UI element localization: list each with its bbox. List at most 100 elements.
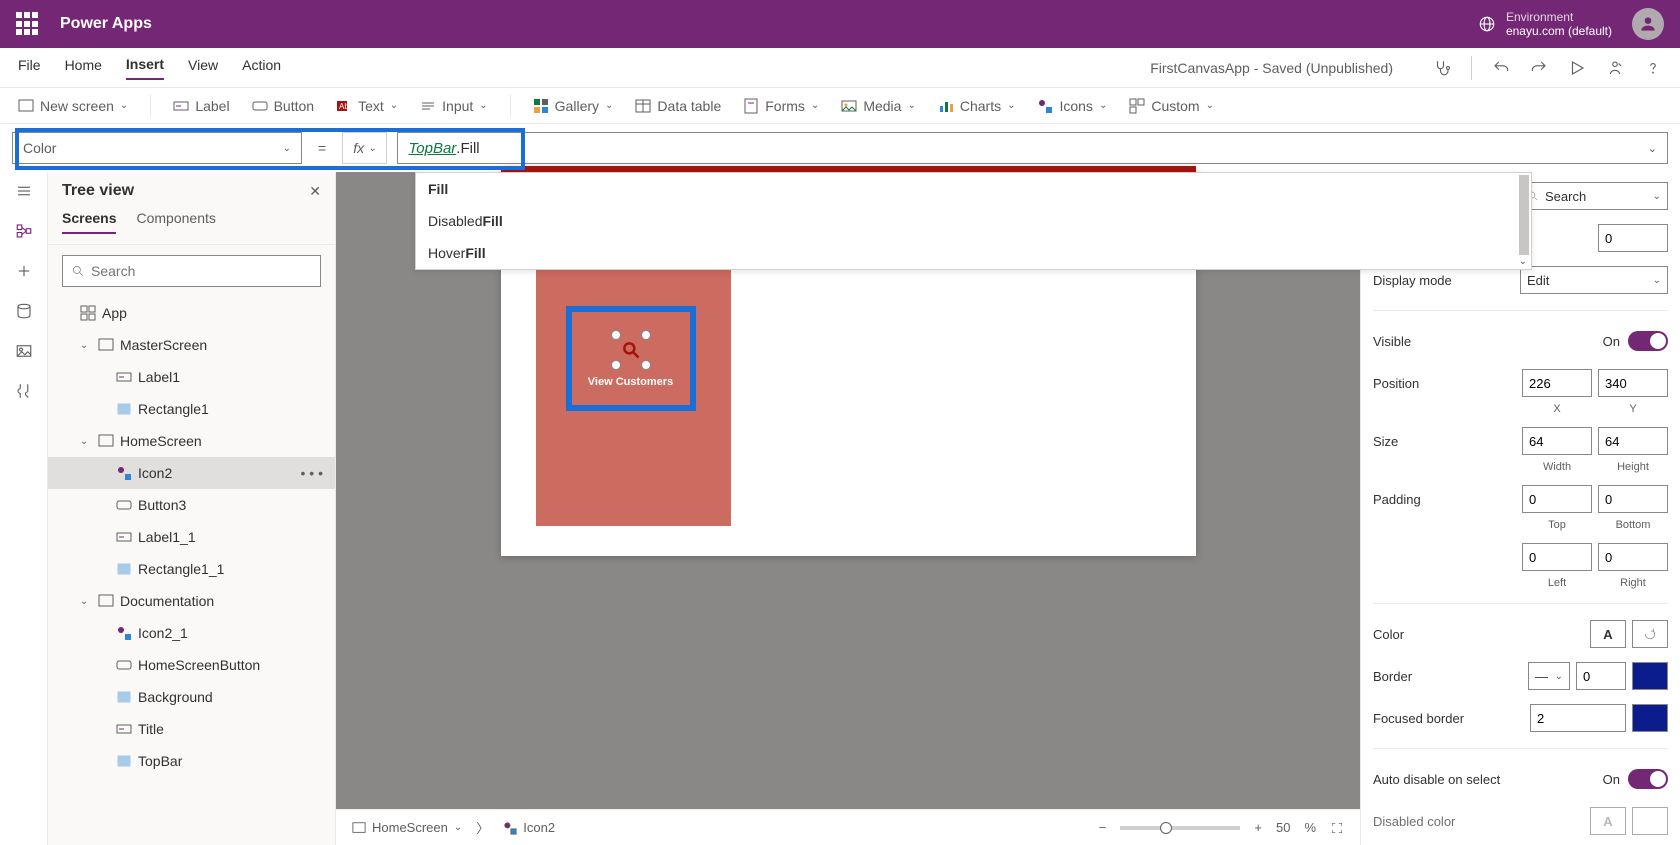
tree-item[interactable]: Label1 (48, 361, 335, 393)
button-icon (116, 497, 132, 513)
tree-search[interactable] (62, 255, 321, 287)
undo-icon[interactable] (1492, 59, 1510, 77)
selection-box[interactable]: View Customers (566, 306, 696, 411)
share-icon[interactable] (1606, 59, 1624, 77)
ribbon-gallery[interactable]: Gallery⌄ (533, 98, 614, 114)
ac-item[interactable]: DisabledFill (416, 205, 1531, 237)
plus-icon[interactable] (15, 262, 33, 280)
prop-color-picker[interactable]: A (1590, 620, 1626, 648)
ac-item[interactable]: HoverFill (416, 237, 1531, 269)
zoom-in-icon[interactable]: + (1254, 820, 1262, 835)
redo-icon[interactable] (1530, 59, 1548, 77)
fit-icon[interactable] (1330, 821, 1344, 835)
menu-view[interactable]: View (188, 57, 218, 79)
environment-block[interactable]: Environment enayu.com (default) (1478, 10, 1612, 38)
tree-item[interactable]: TopBar (48, 745, 335, 777)
prop-border-color[interactable] (1632, 662, 1668, 690)
prop-disabled-color-picker[interactable]: A (1590, 807, 1626, 835)
waffle-icon[interactable] (16, 12, 40, 36)
ribbon-data-table[interactable]: Data table (635, 98, 721, 114)
tree-item[interactable]: ⌄Documentation (48, 585, 335, 617)
ribbon-button[interactable]: Button (252, 98, 314, 114)
prop-focused-border-width[interactable] (1530, 704, 1626, 732)
prop-pad-r[interactable] (1598, 543, 1668, 571)
ribbon-new-screen[interactable]: New screen⌄ (18, 98, 128, 114)
chevron-down-icon[interactable]: ⌄ (1519, 256, 1527, 267)
tree-item[interactable]: Rectangle1 (48, 393, 335, 425)
prop-pos-y[interactable] (1598, 369, 1668, 397)
formula-expand-icon[interactable]: ⌄ (1648, 142, 1657, 155)
zoom-out-icon[interactable]: − (1099, 820, 1107, 835)
tree-item[interactable]: Icon2_1 (48, 617, 335, 649)
prop-size-label: Size (1373, 434, 1522, 449)
help-icon[interactable] (1644, 59, 1662, 77)
ribbon-text[interactable]: AbText⌄ (336, 98, 398, 114)
property-selector[interactable]: Color⌄ (12, 132, 302, 164)
scrollbar[interactable] (1519, 175, 1529, 255)
ribbon-input[interactable]: Input⌄ (420, 98, 488, 114)
search-input[interactable] (91, 263, 312, 279)
prop-border-width[interactable] (1576, 662, 1626, 690)
prop-icon-select[interactable]: Search ⌄ (1520, 182, 1668, 210)
data-icon[interactable] (15, 302, 33, 320)
avatar[interactable] (1632, 8, 1664, 40)
prop-display-mode-label: Display mode (1373, 273, 1520, 288)
menu-home[interactable]: Home (65, 57, 102, 79)
prop-position-label: Position (1373, 376, 1522, 391)
prop-visible-toggle[interactable] (1628, 331, 1668, 351)
formula-input[interactable]: TopBar.Fill ⌄ (397, 132, 1668, 164)
tab-components[interactable]: Components (136, 210, 215, 234)
hamburger-icon[interactable] (15, 182, 33, 200)
tree-item[interactable]: Label1_1 (48, 521, 335, 553)
prop-pad-t[interactable] (1522, 485, 1592, 513)
tree-item[interactable]: ⌄MasterScreen (48, 329, 335, 361)
prop-rotation-input[interactable] (1598, 224, 1668, 252)
tree-item[interactable]: Title (48, 713, 335, 745)
fx-button[interactable]: fx⌄ (342, 132, 387, 164)
menu-file[interactable]: File (18, 57, 41, 79)
tree-item[interactable]: ⌄HomeScreen (48, 425, 335, 457)
play-icon[interactable] (1568, 59, 1586, 77)
tree-item[interactable]: Background (48, 681, 335, 713)
tree-app[interactable]: App (48, 297, 335, 329)
tree-view-icon[interactable] (15, 222, 33, 240)
menu-action[interactable]: Action (242, 57, 281, 79)
prop-border-style[interactable]: —⌄ (1528, 662, 1570, 690)
prop-pad-b[interactable] (1598, 485, 1668, 513)
prop-size-h[interactable] (1598, 427, 1668, 455)
ribbon-charts[interactable]: Charts⌄ (938, 98, 1016, 114)
ribbon-forms[interactable]: Forms⌄ (743, 98, 819, 114)
tab-screens[interactable]: Screens (62, 210, 116, 234)
tree-item[interactable]: Button3 (48, 489, 335, 521)
prop-auto-disable-toggle[interactable] (1628, 769, 1668, 789)
ellipsis-icon[interactable]: • • • (301, 465, 323, 481)
prop-disabled-color-reset[interactable] (1632, 807, 1668, 835)
prop-display-mode-select[interactable]: Edit⌄ (1520, 266, 1668, 294)
prop-size-w[interactable] (1522, 427, 1592, 455)
ribbon-icons[interactable]: Icons⌄ (1037, 98, 1107, 114)
prop-focused-border-color[interactable] (1632, 704, 1668, 732)
ribbon-media[interactable]: Media⌄ (841, 98, 916, 114)
prop-pos-x[interactable] (1522, 369, 1592, 397)
breadcrumb-control[interactable]: Icon2 (503, 820, 555, 835)
menu-insert[interactable]: Insert (126, 56, 164, 80)
prop-color-reset[interactable] (1632, 620, 1668, 648)
ac-item[interactable]: Fill (416, 173, 1531, 205)
breadcrumb-screen[interactable]: HomeScreen⌄ (352, 820, 462, 835)
ribbon-label[interactable]: Label (173, 98, 229, 114)
prop-color-label: Color (1373, 627, 1590, 642)
tools-icon[interactable] (15, 382, 33, 400)
tree-item[interactable]: Icon2• • • (48, 457, 335, 489)
prop-pad-l[interactable] (1522, 543, 1592, 571)
prop-border-label: Border (1373, 669, 1528, 684)
tree-item[interactable]: Rectangle1_1 (48, 553, 335, 585)
ribbon-custom[interactable]: Custom⌄ (1129, 98, 1214, 114)
tree-item[interactable]: HomeScreenButton (48, 649, 335, 681)
prop-disabled-color-label: Disabled color (1373, 814, 1590, 829)
close-icon[interactable]: ✕ (309, 183, 321, 200)
screen-icon (98, 433, 114, 449)
rect-icon (116, 561, 132, 577)
media-icon[interactable] (15, 342, 33, 360)
canvas-area: Home Screen View Customers HomeScreen⌄ 〉 (336, 172, 1360, 845)
stethoscope-icon[interactable] (1433, 59, 1451, 77)
